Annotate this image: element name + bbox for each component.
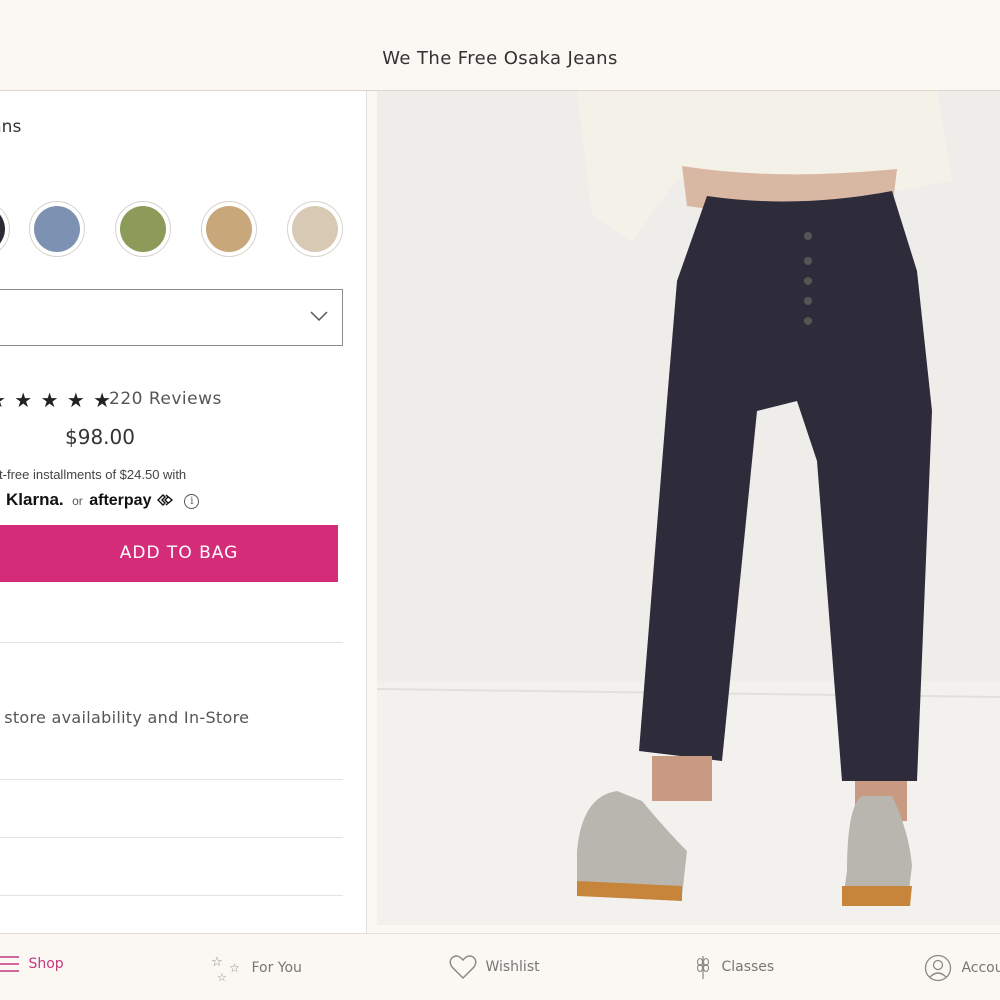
swatch-fill <box>206 206 252 252</box>
tab-classes[interactable]: Classes <box>693 954 774 984</box>
price: $98.00 <box>65 425 135 449</box>
klarna-logo: Klarna. <box>6 490 64 509</box>
tab-label: Wishlist <box>485 959 540 975</box>
tab-shop[interactable]: Shop <box>0 954 64 984</box>
color-swatch-tan[interactable] <box>201 201 257 257</box>
svg-text:☆: ☆ <box>211 955 223 970</box>
user-icon <box>924 954 952 982</box>
swatch-fill <box>120 206 166 252</box>
color-swatch-cream[interactable] <box>287 201 343 257</box>
color-swatch-partial[interactable] <box>0 201 10 257</box>
svg-text:☆: ☆ <box>229 961 240 975</box>
tab-label: For You <box>251 960 302 976</box>
tab-account[interactable]: Accou <box>923 954 1000 984</box>
tab-for-you[interactable]: ☆ ☆ ☆ For You <box>211 954 302 984</box>
info-icon[interactable]: i <box>184 494 200 509</box>
page-title: We The Free Osaka Jeans <box>382 48 618 69</box>
afterpay-logo: afterpay <box>89 492 152 509</box>
bnpl-row: Klarna. or afterpay i <box>6 490 200 514</box>
swatch-fill <box>0 206 5 252</box>
rating[interactable]: ★ ★ ★ ★ ★ 220 Reviews <box>0 388 221 412</box>
size-select[interactable] <box>0 289 343 346</box>
stars-icon: ☆ ☆ ☆ <box>211 955 240 984</box>
top-bar: We The Free Osaka Jeans <box>0 0 1000 91</box>
rating-stars-icon: ★ ★ ★ ★ ★ <box>0 388 113 412</box>
divider <box>0 779 343 780</box>
menu-icon <box>0 956 19 972</box>
swatch-fill <box>292 206 338 252</box>
store-pickup-subtitle: eck store availability and In-Store <box>0 708 250 727</box>
product-panel: aka Jeans ★ ★ ★ ★ ★ 220 Reviews $98.00 i… <box>0 91 367 933</box>
tab-wishlist[interactable]: Wishlist <box>449 954 540 984</box>
wheat-icon <box>696 956 710 979</box>
tab-bar: Shop ☆ ☆ ☆ For You Wishlist Classes Acco… <box>0 933 1000 1000</box>
product-name: aka Jeans <box>0 117 22 137</box>
swatch-fill <box>34 206 80 252</box>
reviews-link[interactable]: 220 Reviews <box>109 389 222 409</box>
afterpay-arrows-icon <box>156 494 174 506</box>
tab-label: Shop <box>28 956 64 972</box>
add-to-bag-button[interactable]: ADD TO BAG <box>0 525 338 582</box>
color-swatch-blue[interactable] <box>29 201 85 257</box>
chevron-down-icon <box>310 311 328 322</box>
color-swatch-green[interactable] <box>115 201 171 257</box>
product-image <box>377 91 1000 925</box>
tab-label: Classes <box>721 959 775 975</box>
product-photo[interactable] <box>377 91 1000 925</box>
heart-icon <box>449 955 477 979</box>
tab-label: Accou <box>961 960 1000 976</box>
divider <box>0 642 343 643</box>
svg-text:☆: ☆ <box>217 971 227 982</box>
divider <box>0 837 343 838</box>
bnpl-or: or <box>72 494 83 508</box>
divider <box>0 895 343 896</box>
installments-text: interest-free installments of $24.50 wit… <box>0 467 187 482</box>
